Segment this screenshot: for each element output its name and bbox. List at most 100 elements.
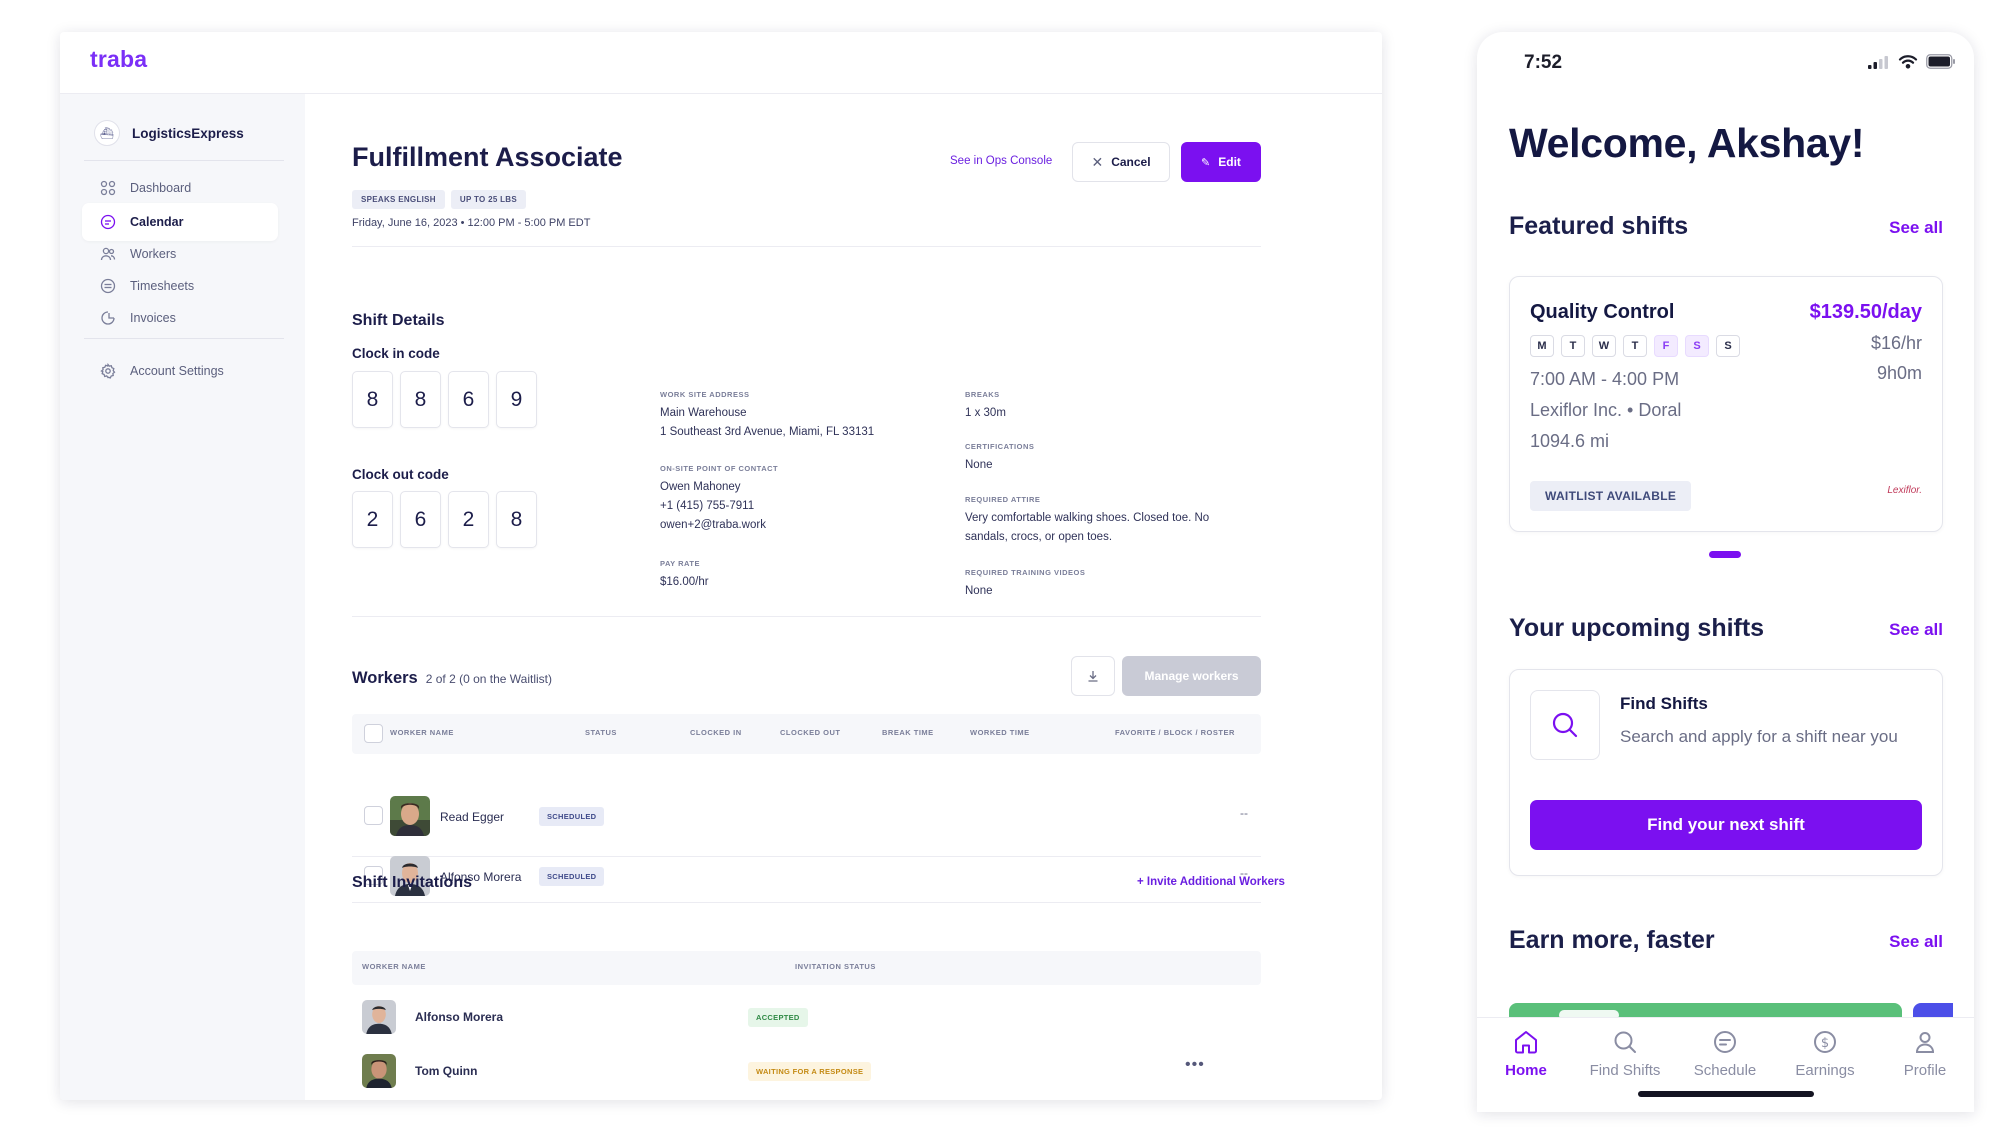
column-header: WORKER NAME (362, 962, 426, 971)
code-digit: 6 (448, 371, 489, 428)
workers-title: Workers (352, 669, 418, 688)
sidebar-item-label: Calendar (130, 215, 184, 229)
tab-earnings[interactable]: $ Earnings (1780, 1028, 1870, 1079)
divider (352, 246, 1261, 247)
gear-icon (100, 363, 116, 379)
row-divider (352, 902, 1261, 903)
tab-label: Home (1505, 1062, 1547, 1079)
ops-console-link[interactable]: See in Ops Console (950, 155, 1052, 167)
shift-days: M T W T F S S (1530, 335, 1740, 357)
breaks-field: BREAKS 1 x 30m (965, 390, 1006, 423)
status-badge: SCHEDULED (539, 867, 604, 886)
column-header: WORKER NAME (390, 728, 454, 737)
manage-workers-button[interactable]: Manage workers (1122, 656, 1261, 696)
clock-out-label: Clock out code (352, 467, 449, 482)
sidebar-divider (84, 338, 284, 339)
sidebar-item-dashboard[interactable]: Dashboard (82, 169, 278, 207)
featured-shift-card[interactable]: Quality Control $139.50/day $16/hr 9h0m … (1509, 276, 1943, 532)
code-digit: 9 (496, 371, 537, 428)
sidebar-divider (84, 160, 284, 161)
avatar (362, 1000, 396, 1034)
tag-badge: SPEAKS ENGLISH (352, 190, 445, 209)
tab-schedule[interactable]: Schedule (1680, 1028, 1770, 1079)
attire-field: REQUIRED ATTIRE Very comfortable walking… (965, 495, 1209, 547)
field-value: owen+2@traba.work (660, 516, 778, 535)
close-icon: ✕ (1091, 154, 1103, 171)
traba-logo[interactable]: traba (90, 46, 147, 73)
cancel-button[interactable]: ✕ Cancel (1072, 142, 1170, 182)
worker-name[interactable]: Read Egger (440, 810, 504, 824)
upcoming-see-all-link[interactable]: See all (1889, 620, 1943, 640)
shift-invitations-title: Shift Invitations (352, 874, 472, 892)
dollar-icon: $ (1811, 1028, 1839, 1056)
waitlist-badge: WAITLIST AVAILABLE (1530, 481, 1691, 511)
download-button[interactable] (1071, 656, 1115, 696)
workers-table-header: WORKER NAME STATUS CLOCKED IN CLOCKED OU… (352, 714, 1261, 754)
invitations-table-header: WORKER NAME INVITATION STATUS (352, 951, 1261, 985)
find-shifts-card: Find Shifts Search and apply for a shift… (1509, 669, 1943, 876)
roster-value: -- (1240, 806, 1248, 820)
column-header: STATUS (585, 728, 617, 737)
battery-icon (1926, 54, 1956, 69)
shift-time-range: 7:00 AM - 4:00 PM (1530, 369, 1679, 390)
sidebar-item-label: Workers (130, 247, 176, 261)
code-digit: 2 (352, 491, 393, 548)
day-chip: S (1685, 335, 1709, 357)
cancel-label: Cancel (1111, 155, 1150, 169)
field-label: WORK SITE ADDRESS (660, 390, 874, 399)
sidebar-item-account-settings[interactable]: Account Settings (82, 352, 278, 390)
users-icon (100, 246, 116, 262)
invitation-status-badge: ACCEPTED (748, 1008, 808, 1027)
day-chip: F (1654, 335, 1678, 357)
worker-name[interactable]: Tom Quinn (415, 1064, 477, 1078)
field-label: CERTIFICATIONS (965, 442, 1034, 451)
shift-datetime: Friday, June 16, 2023 • 12:00 PM - 5:00 … (352, 217, 590, 229)
row-checkbox[interactable] (364, 806, 383, 825)
download-icon (1086, 669, 1100, 683)
earn-see-all-link[interactable]: See all (1889, 932, 1943, 952)
find-next-shift-button[interactable]: Find your next shift (1530, 800, 1922, 850)
shift-distance: 1094.6 mi (1530, 431, 1609, 452)
tab-home[interactable]: Home (1481, 1028, 1571, 1079)
clock-out-code: 2 6 2 8 (352, 491, 537, 548)
invoice-icon (100, 310, 116, 326)
field-label: REQUIRED TRAINING VIDEOS (965, 568, 1085, 577)
worker-name[interactable]: Alfonso Morera (415, 1010, 503, 1024)
wifi-icon (1898, 54, 1918, 69)
tab-label: Profile (1904, 1062, 1947, 1079)
work-site-field: WORK SITE ADDRESS Main Warehouse 1 South… (660, 390, 874, 442)
avatar (390, 796, 430, 836)
calendar-icon (100, 214, 116, 230)
edit-button[interactable]: ✎ Edit (1181, 142, 1261, 182)
field-value: sandals, crocs, or open toes. (965, 528, 1209, 547)
field-value: Very comfortable walking shoes. Closed t… (965, 509, 1209, 528)
certifications-field: CERTIFICATIONS None (965, 442, 1034, 475)
row-divider (352, 856, 1261, 857)
tab-find-shifts[interactable]: Find Shifts (1580, 1028, 1670, 1079)
code-digit: 8 (496, 491, 537, 548)
training-field: REQUIRED TRAINING VIDEOS None (965, 568, 1085, 601)
sidebar-item-label: Account Settings (130, 364, 224, 378)
desktop-window: traba ⛴ LogisticsExpress Dashboard Calen… (60, 32, 1382, 1100)
workers-header: Workers 2 of 2 (0 on the Waitlist) (352, 669, 552, 688)
page-title: Fulfillment Associate (352, 142, 623, 173)
featured-see-all-link[interactable]: See all (1889, 218, 1943, 238)
shift-price: $139.50/day (1810, 301, 1922, 324)
status-time: 7:52 (1524, 52, 1562, 74)
shift-title: Quality Control (1530, 301, 1674, 324)
invite-workers-link[interactable]: + Invite Additional Workers (1137, 876, 1285, 888)
find-shifts-title: Find Shifts (1620, 694, 1708, 714)
day-chip: W (1592, 335, 1616, 357)
home-indicator (1638, 1091, 1814, 1097)
clock-in-label: Clock in code (352, 346, 440, 361)
org-switcher[interactable]: ⛴ LogisticsExpress (94, 120, 244, 146)
edit-label: Edit (1218, 155, 1241, 169)
select-all-checkbox[interactable] (364, 724, 383, 743)
more-options-icon[interactable]: ••• (1185, 1056, 1205, 1074)
sidebar-item-invoices[interactable]: Invoices (82, 299, 278, 337)
org-logo-icon: ⛴ (94, 120, 120, 146)
pay-rate-field: PAY RATE $16.00/hr (660, 559, 709, 592)
status-icons (1868, 54, 1956, 69)
tab-profile[interactable]: Profile (1880, 1028, 1970, 1079)
timesheet-icon (100, 278, 116, 294)
